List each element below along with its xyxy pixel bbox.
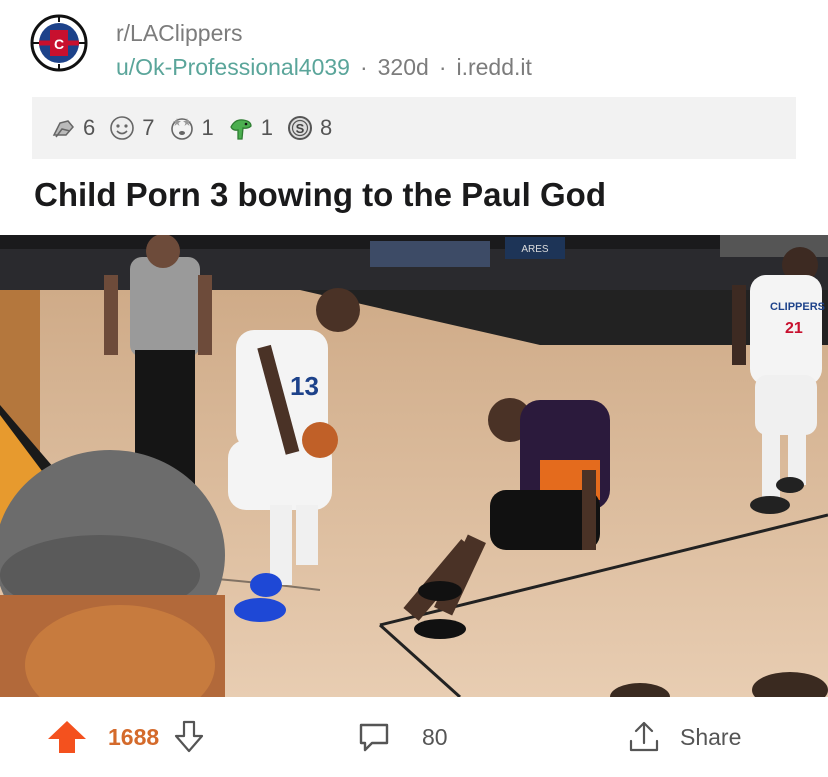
award-item[interactable]: 1: [167, 113, 214, 143]
comments-count: 80: [422, 723, 448, 750]
post-image[interactable]: ARES 13 CLIPPERS 21: [0, 235, 828, 697]
score-count: 1688: [108, 723, 160, 750]
subreddit-name[interactable]: r/LAClippers: [116, 20, 243, 47]
arena-sign-text: ARES: [521, 244, 549, 255]
svg-text:C: C: [54, 36, 64, 52]
silver-coin-award-icon: S: [288, 116, 312, 140]
post-domain[interactable]: i.redd.it: [456, 54, 531, 80]
awards-bar[interactable]: 6 7 1 1 S 8: [32, 97, 796, 159]
comments-button[interactable]: 80: [356, 719, 448, 755]
comment-bubble-icon: [359, 723, 389, 752]
award-item[interactable]: S 8: [285, 113, 332, 143]
post-title[interactable]: Child Porn 3 bowing to the Paul God: [34, 176, 606, 214]
vote-group: 1688: [46, 719, 205, 755]
award-count: 8: [320, 115, 333, 140]
helping-hand-award-icon: [52, 120, 74, 138]
author-link[interactable]: u/Ok-Professional4039: [116, 54, 350, 80]
share-upload-icon: [629, 721, 659, 752]
wholesome-face-award-icon: [110, 116, 135, 140]
basketball-scene-image: ARES 13 CLIPPERS 21: [0, 235, 828, 697]
post-meta: u/Ok-Professional4039 · 320d · i.redd.it: [116, 54, 532, 81]
jersey-team-text: CLIPPERS: [770, 301, 825, 313]
downvote-arrow-icon[interactable]: [173, 720, 205, 754]
meta-separator: ·: [438, 54, 447, 80]
post-header: C r/LAClippers u/Ok-Professional4039 · 320…: [30, 14, 810, 84]
award-count: 7: [142, 115, 155, 140]
upvote-arrow-icon[interactable]: [46, 719, 88, 755]
subreddit-logo-icon[interactable]: C: [30, 14, 88, 72]
post-actions-bar: 1688 80 Share: [0, 697, 828, 777]
svg-text:13: 13: [290, 371, 319, 401]
meta-separator: ·: [359, 54, 368, 80]
share-button[interactable]: Share: [626, 719, 741, 755]
jersey-number-text: 21: [785, 320, 803, 337]
dinosaur-award-icon: [230, 119, 252, 140]
post-age: 320d: [377, 54, 429, 80]
svg-text:S: S: [296, 121, 305, 136]
starstruck-award-icon: [170, 118, 193, 140]
award-item[interactable]: 7: [107, 113, 155, 143]
award-count: 6: [83, 115, 96, 140]
award-count: 1: [260, 115, 273, 140]
share-label: Share: [680, 723, 742, 750]
award-item[interactable]: 6: [48, 113, 95, 143]
award-item[interactable]: 1: [226, 113, 273, 143]
award-count: 1: [201, 115, 214, 140]
